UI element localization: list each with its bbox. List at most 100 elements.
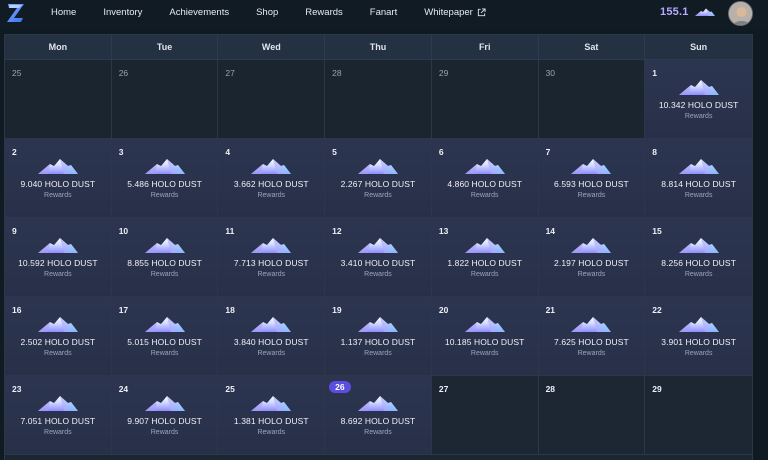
reward-label: Rewards bbox=[577, 271, 606, 278]
calendar-day-cell[interactable]: 24 9.907 HOLO DUST Rewards bbox=[111, 376, 219, 455]
day-number: 28 bbox=[545, 384, 556, 394]
reward-amount: 3.662 HOLO DUST bbox=[233, 179, 309, 189]
weekday-sun: Sun bbox=[690, 42, 708, 52]
calendar-day-cell[interactable]: 2 9.040 HOLO DUST Rewards bbox=[5, 139, 112, 218]
reward-label: Rewards bbox=[684, 113, 713, 120]
day-number: 24 bbox=[118, 384, 129, 394]
reward-label: Rewards bbox=[364, 350, 392, 357]
calendar-day-cell[interactable]: 6 4.860 HOLO DUST Rewards bbox=[431, 139, 539, 218]
reward-amount: 8.692 HOLO DUST bbox=[340, 416, 416, 426]
calendar-day-cell[interactable]: 8 8.814 HOLO DUST Rewards bbox=[645, 139, 752, 218]
calendar-day-cell[interactable]: 3 5.486 HOLO DUST Rewards bbox=[111, 139, 219, 218]
calendar-day-cell[interactable]: 26 8.692 HOLO DUST Rewards bbox=[325, 376, 432, 455]
user-avatar[interactable] bbox=[728, 1, 753, 26]
holo-dust-mountain-icon bbox=[464, 317, 505, 332]
day-number: 9 bbox=[12, 226, 17, 236]
day-number: 29 bbox=[438, 68, 449, 78]
reward-label: Rewards bbox=[257, 429, 286, 436]
reward-amount: 1.822 HOLO DUST bbox=[447, 258, 523, 268]
nav-home[interactable]: Home bbox=[51, 7, 76, 18]
calendar-day-cell[interactable]: 10 8.855 HOLO DUST Rewards bbox=[111, 218, 219, 297]
reward-amount: 9.040 HOLO DUST bbox=[20, 179, 96, 189]
day-number: 27 bbox=[438, 384, 449, 394]
reward-amount: 6.593 HOLO DUST bbox=[554, 179, 629, 189]
brand-logo-icon[interactable] bbox=[6, 2, 26, 24]
calendar-day-cell[interactable]: 13 1.822 HOLO DUST Rewards bbox=[431, 218, 539, 297]
reward-amount: 3.901 HOLO DUST bbox=[661, 337, 736, 347]
calendar-day-cell[interactable]: 20 10.185 HOLO DUST Rewards bbox=[431, 297, 539, 376]
reward-label: Rewards bbox=[577, 192, 606, 199]
day-number: 20 bbox=[438, 305, 449, 315]
reward-label: Rewards bbox=[364, 192, 392, 199]
day-number: 18 bbox=[225, 305, 235, 315]
calendar-day-cell: 28 bbox=[538, 376, 646, 455]
day-number: 1 bbox=[652, 68, 658, 78]
calendar-day-cell[interactable]: 1 10.342 HOLO DUST Rewards bbox=[645, 60, 752, 139]
calendar-day-cell[interactable]: 25 1.381 HOLO DUST Rewards bbox=[218, 376, 326, 455]
calendar-day-cell[interactable]: 14 2.197 HOLO DUST Rewards bbox=[538, 218, 646, 297]
reward-amount: 1.137 HOLO DUST bbox=[340, 337, 416, 347]
day-number: 19 bbox=[332, 305, 342, 315]
top-navigation-bar: Home Inventory Achievements Shop Rewards… bbox=[0, 0, 768, 28]
reward-amount: 7.713 HOLO DUST bbox=[233, 258, 309, 268]
holo-dust-mountain-icon bbox=[144, 238, 185, 253]
nav-fanart-label: Fanart bbox=[369, 6, 398, 18]
reward-amount: 5.015 HOLO DUST bbox=[127, 337, 202, 347]
holo-dust-mountain-icon bbox=[357, 159, 398, 174]
holo-dust-mountain-icon bbox=[251, 159, 292, 174]
calendar-day-cell[interactable]: 15 8.256 HOLO DUST Rewards bbox=[645, 218, 752, 297]
reward-label: Rewards bbox=[44, 271, 72, 278]
nav-whitepaper[interactable]: Whitepaper bbox=[424, 7, 486, 18]
calendar-day-cell[interactable]: 23 7.051 HOLO DUST Rewards bbox=[5, 376, 112, 455]
reward-label: Rewards bbox=[44, 350, 72, 357]
reward-label: Rewards bbox=[470, 192, 499, 199]
nav-achievements-label: Achievements bbox=[169, 6, 230, 18]
holo-dust-mountain-icon bbox=[251, 317, 292, 332]
nav-inventory[interactable]: Inventory bbox=[103, 7, 142, 18]
day-number: 6 bbox=[438, 147, 444, 157]
calendar-day-cell[interactable]: 16 2.502 HOLO DUST Rewards bbox=[5, 297, 112, 376]
weekday-header: Mon Tue Wed Thu Fri Sat Sun bbox=[5, 35, 752, 60]
reward-label: Rewards bbox=[684, 350, 713, 357]
calendar-day-cell[interactable]: 21 7.625 HOLO DUST Rewards bbox=[538, 297, 646, 376]
holo-dust-mountain-icon bbox=[678, 238, 719, 253]
calendar-day-cell[interactable]: 5 2.267 HOLO DUST Rewards bbox=[325, 139, 432, 218]
day-number: 7 bbox=[545, 147, 551, 157]
reward-label: Rewards bbox=[470, 271, 499, 278]
holo-dust-mountain-icon bbox=[251, 396, 292, 411]
calendar-day-cell: 25 bbox=[5, 60, 112, 139]
nav-rewards[interactable]: Rewards bbox=[305, 7, 343, 18]
nav-rewards-label: Rewards bbox=[305, 6, 343, 18]
day-number: 25 bbox=[225, 384, 235, 394]
holo-dust-balance[interactable]: 155.1 bbox=[660, 4, 716, 20]
nav-achievements[interactable]: Achievements bbox=[169, 7, 229, 18]
calendar-day-cell[interactable]: 12 3.410 HOLO DUST Rewards bbox=[325, 218, 432, 297]
rewards-calendar: Mon Tue Wed Thu Fri Sat Sun 25 26 27 28 29 30… bbox=[4, 34, 753, 460]
reward-label: Rewards bbox=[470, 350, 499, 357]
calendar-day-cell[interactable]: 4 3.662 HOLO DUST Rewards bbox=[218, 139, 326, 218]
holo-dust-mountain-icon bbox=[571, 317, 612, 332]
calendar-day-cell[interactable]: 17 5.015 HOLO DUST Rewards bbox=[111, 297, 219, 376]
reward-amount: 2.502 HOLO DUST bbox=[20, 337, 96, 347]
weekday-sat: Sat bbox=[539, 35, 646, 59]
holo-dust-icon bbox=[694, 8, 715, 16]
external-link-icon bbox=[477, 7, 486, 16]
day-number: 22 bbox=[652, 305, 662, 315]
weekday-tue: Tue bbox=[112, 35, 219, 59]
day-number: 13 bbox=[438, 226, 449, 236]
calendar-day-cell[interactable]: 11 7.713 HOLO DUST Rewards bbox=[218, 218, 326, 297]
nav-shop[interactable]: Shop bbox=[256, 7, 278, 18]
calendar-day-cell[interactable]: 18 3.840 HOLO DUST Rewards bbox=[218, 297, 326, 376]
calendar-day-cell[interactable]: 7 6.593 HOLO DUST Rewards bbox=[538, 139, 646, 218]
calendar-day-cell[interactable]: 19 1.137 HOLO DUST Rewards bbox=[325, 297, 432, 376]
day-number: 25 bbox=[12, 68, 22, 78]
day-number: 15 bbox=[652, 226, 662, 236]
nav-fanart[interactable]: Fanart bbox=[370, 7, 397, 18]
reward-amount: 8.855 HOLO DUST bbox=[127, 258, 202, 268]
reward-amount: 10.185 HOLO DUST bbox=[444, 337, 525, 347]
day-number: 11 bbox=[225, 226, 235, 236]
holo-dust-mountain-icon bbox=[37, 396, 78, 411]
calendar-day-cell[interactable]: 9 10.592 HOLO DUST Rewards bbox=[5, 218, 112, 297]
calendar-day-cell[interactable]: 22 3.901 HOLO DUST Rewards bbox=[645, 297, 752, 376]
reward-amount: 2.197 HOLO DUST bbox=[554, 258, 629, 268]
